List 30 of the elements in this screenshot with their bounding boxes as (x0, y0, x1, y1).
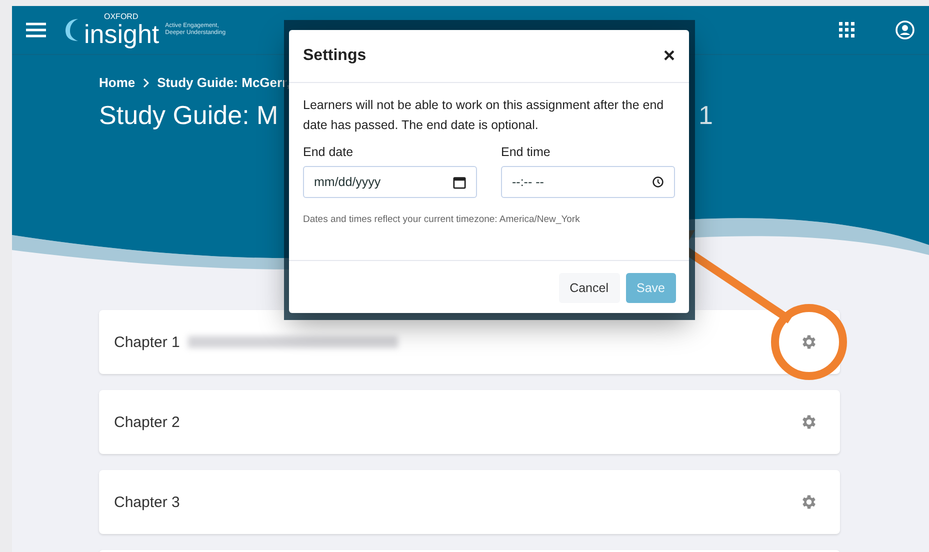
field-label: End date (303, 145, 354, 159)
clock-icon[interactable] (652, 176, 664, 188)
dialog-title: Settings (303, 47, 366, 65)
account-icon[interactable] (895, 20, 915, 40)
date-input-field[interactable]: mm/dd/yyyy (303, 166, 477, 198)
cancel-button[interactable]: Cancel (558, 273, 620, 303)
field-label: End time (501, 145, 552, 159)
chapter-title: Chapter 2 (114, 414, 180, 430)
swoosh-logo-icon (64, 17, 78, 43)
timezone-note: Dates and times reflect your current timezone: America/New_York (303, 214, 581, 225)
close-button[interactable]: × (663, 44, 675, 68)
breadcrumb-link[interactable]: Home (99, 75, 136, 90)
breadcrumb-link[interactable]: Study Guide: McGerr, (157, 75, 290, 90)
chapter-title: Chapter 3 (114, 494, 180, 510)
brand-name: insight (84, 21, 160, 47)
calendar-icon[interactable] (453, 176, 466, 188)
page-title: Study Guide: M (99, 100, 278, 131)
dialog-message: Learners will not be able to work on this assignment after the end date has passed. The end date is optional. (303, 97, 665, 134)
chapter-title: Chapter 1 (114, 334, 180, 350)
chevron-icon (143, 78, 150, 88)
gear-icon[interactable] (800, 333, 818, 351)
gear-icon[interactable] (800, 413, 818, 431)
chapter-card[interactable]: Chapter 3 (99, 470, 840, 534)
chapter-card[interactable]: Chapter 2 (99, 390, 840, 454)
time-input-field[interactable]: --:-- -- (501, 166, 675, 198)
brand-label: OXFORD (104, 13, 140, 21)
page-title: 1 (698, 100, 713, 131)
apps-grid-icon[interactable] (839, 22, 855, 38)
gear-icon[interactable] (800, 493, 818, 511)
menu-icon[interactable] (26, 22, 46, 38)
